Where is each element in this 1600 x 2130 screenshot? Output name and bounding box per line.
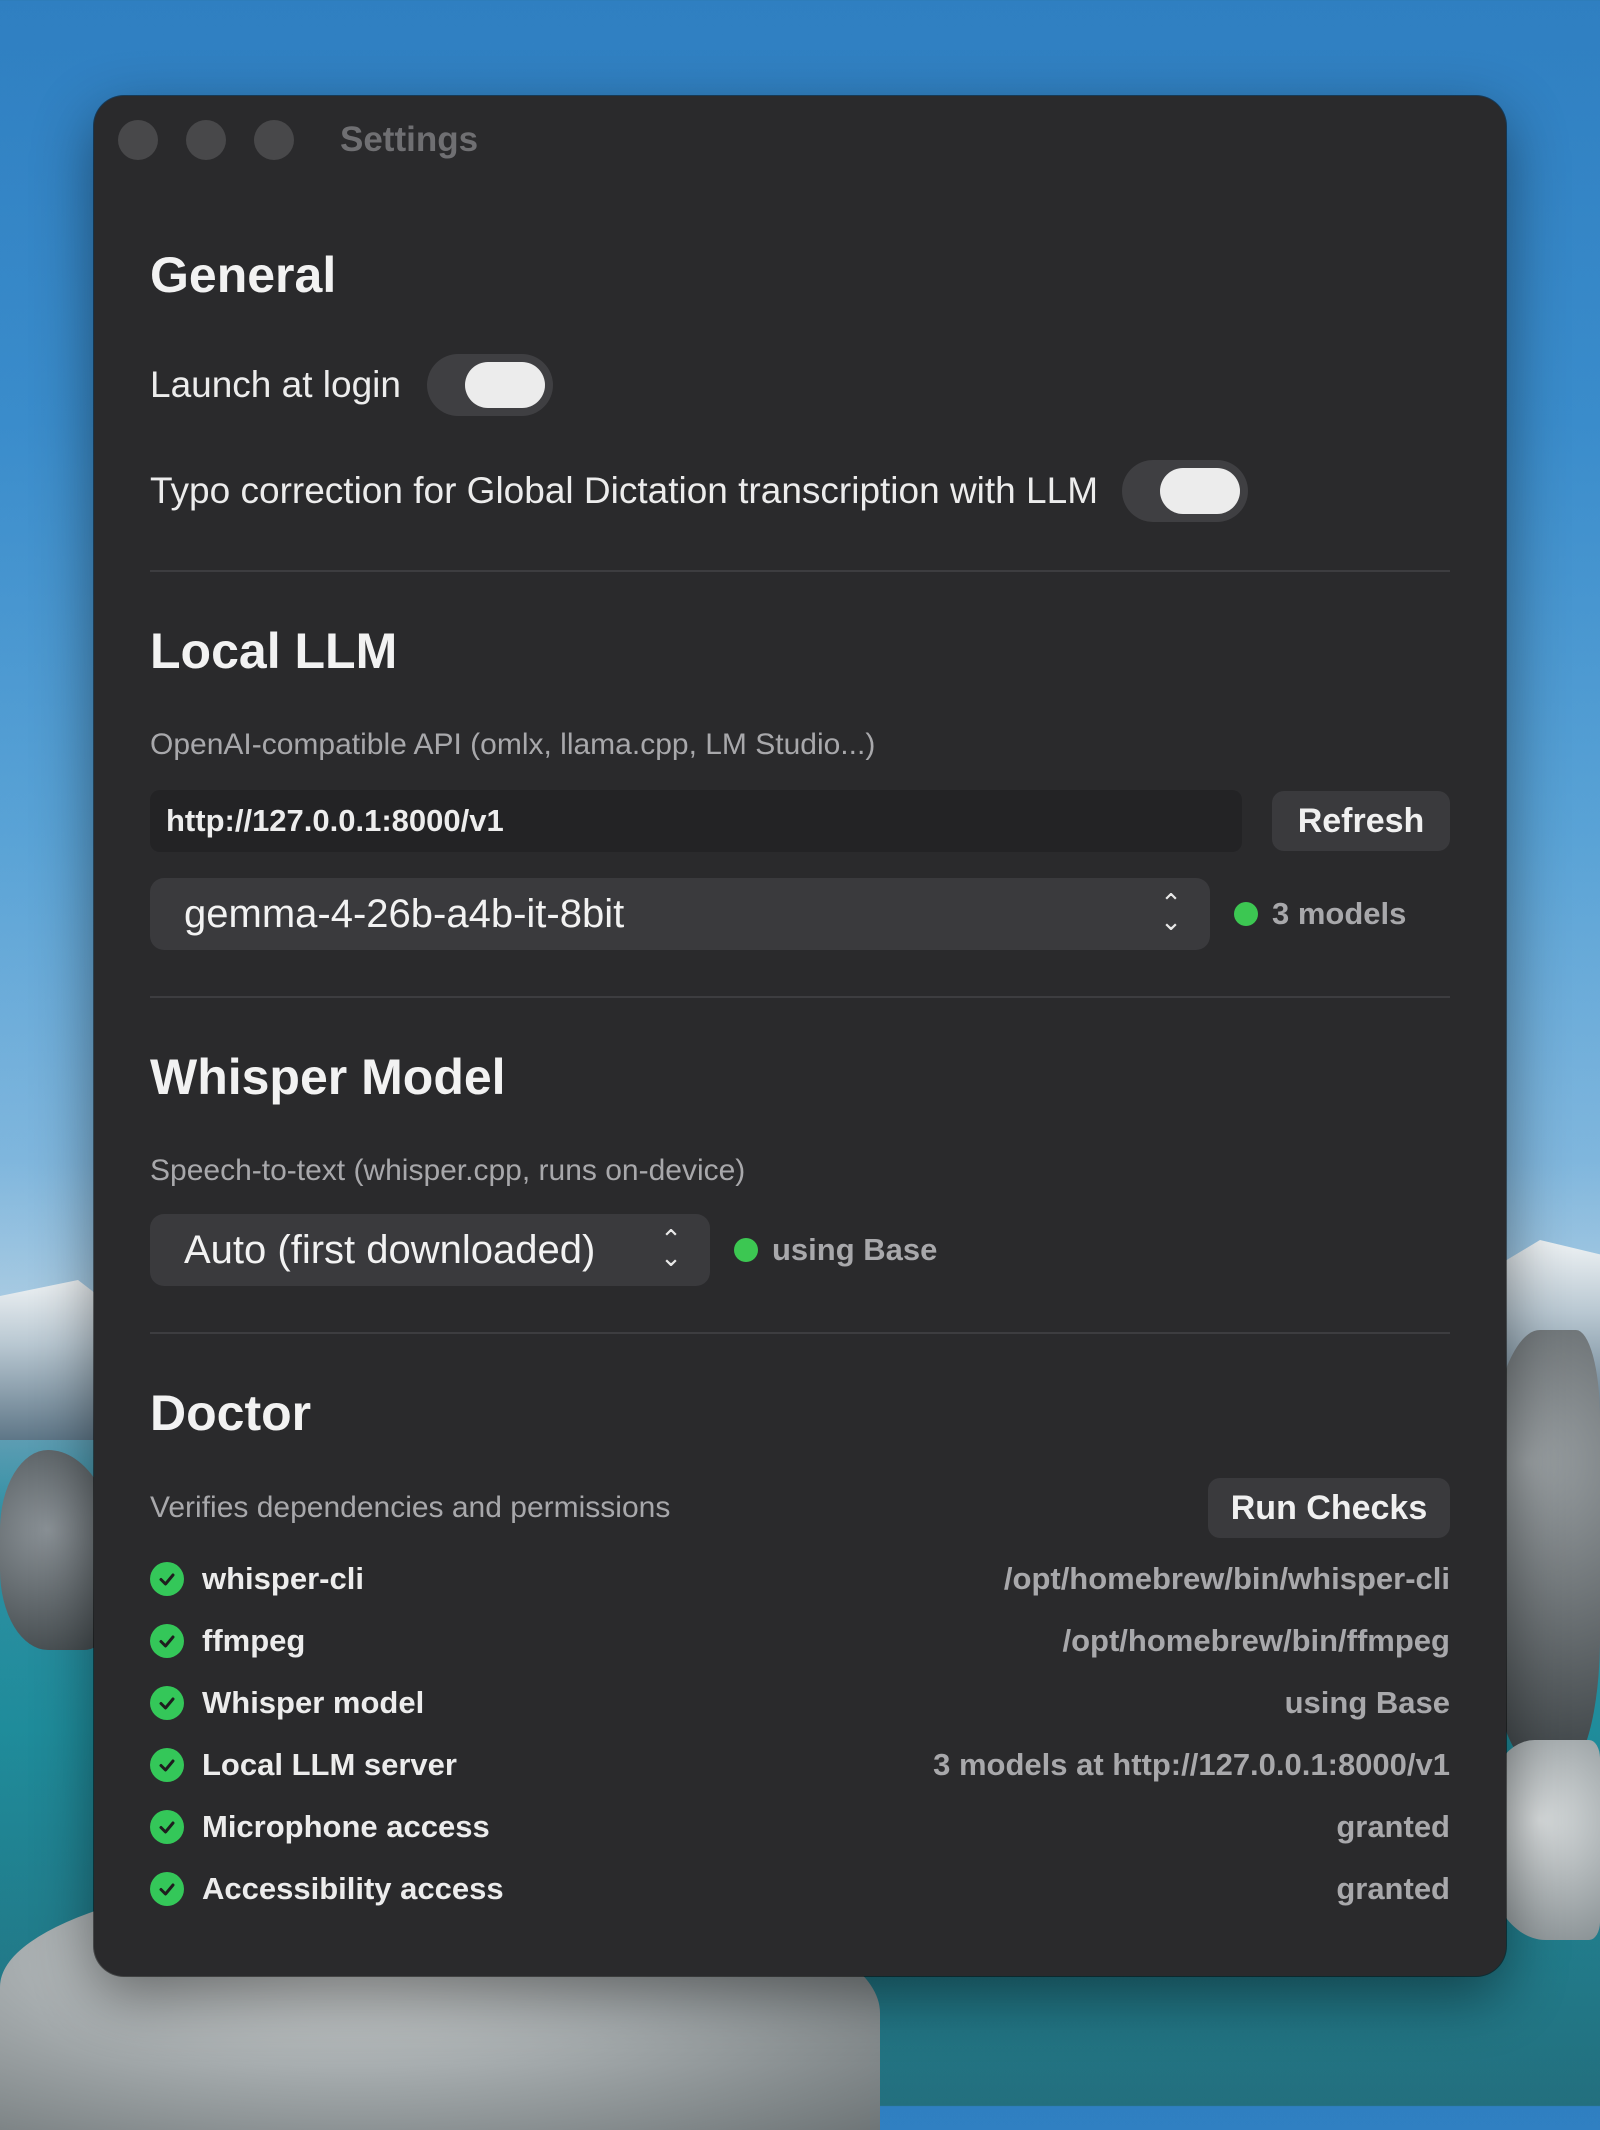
typo-correction-label: Typo correction for Global Dictation tra… xyxy=(150,470,1099,511)
run-checks-button[interactable]: Run Checks xyxy=(1208,1478,1450,1538)
toggle-knob xyxy=(464,362,545,408)
refresh-button[interactable]: Refresh xyxy=(1272,791,1450,851)
section-local-llm: Local LLM OpenAI-compatible API (omlx, l… xyxy=(150,622,1450,950)
check-value: using Base xyxy=(1284,1685,1450,1720)
check-row: Whisper model using Base xyxy=(150,1672,1450,1734)
chevron-up-down-icon: ⌃ ⌄ xyxy=(1160,888,1182,936)
checkmark-circle-icon xyxy=(150,1810,184,1844)
launch-at-login-toggle[interactable] xyxy=(426,354,553,416)
launch-at-login-row: Launch at login xyxy=(150,354,1450,416)
typo-correction-toggle[interactable] xyxy=(1122,460,1249,522)
check-name: Accessibility access xyxy=(202,1871,504,1906)
status-dot-icon xyxy=(734,1238,758,1262)
api-url-value: http://127.0.0.1:8000/v1 xyxy=(166,803,504,838)
launch-at-login-label: Launch at login xyxy=(150,364,401,405)
check-row: ffmpeg /opt/homebrew/bin/ffmpeg xyxy=(150,1610,1450,1672)
minimize-window-button[interactable] xyxy=(186,120,226,160)
section-title-whisper: Whisper Model xyxy=(150,1049,506,1105)
check-value: granted xyxy=(1336,1871,1450,1906)
check-value: /opt/homebrew/bin/whisper-cli xyxy=(1003,1561,1450,1596)
divider xyxy=(150,1332,1450,1334)
chevron-up-down-icon: ⌃ ⌄ xyxy=(660,1224,682,1272)
whisper-model-select[interactable]: Auto (first downloaded) ⌃ ⌄ xyxy=(150,1214,710,1286)
settings-window: Settings General Launch at login Typo co… xyxy=(94,96,1506,1976)
check-name: ffmpeg xyxy=(202,1623,306,1658)
toggle-knob xyxy=(1160,468,1241,514)
check-value: /opt/homebrew/bin/ffmpeg xyxy=(1062,1623,1451,1658)
check-row: Microphone access granted xyxy=(150,1796,1450,1858)
whisper-model-selected: Auto (first downloaded) xyxy=(184,1227,596,1272)
section-title-local-llm: Local LLM xyxy=(150,623,398,679)
check-value: 3 models at http://127.0.0.1:8000/v1 xyxy=(933,1747,1450,1782)
section-title-doctor: Doctor xyxy=(150,1385,312,1441)
api-url-input[interactable]: http://127.0.0.1:8000/v1 xyxy=(150,790,1242,852)
checks-list: whisper-cli /opt/homebrew/bin/whisper-cl… xyxy=(150,1548,1450,1920)
check-name: whisper-cli xyxy=(202,1561,364,1596)
check-row: Accessibility access granted xyxy=(150,1858,1450,1920)
llm-models-status: 3 models xyxy=(1272,896,1407,931)
checkmark-circle-icon xyxy=(150,1872,184,1906)
checkmark-circle-icon xyxy=(150,1686,184,1720)
divider xyxy=(150,996,1450,998)
llm-model-select[interactable]: gemma-4-26b-a4b-it-8bit ⌃ ⌄ xyxy=(150,878,1210,950)
section-doctor: Doctor Verifies dependencies and permiss… xyxy=(150,1384,1450,1920)
doctor-subtitle: Verifies dependencies and permissions xyxy=(150,1491,671,1524)
settings-content: General Launch at login Typo correction … xyxy=(150,246,1450,1920)
model-select-row: gemma-4-26b-a4b-it-8bit ⌃ ⌄ 3 models xyxy=(150,878,1450,950)
whisper-status: using Base xyxy=(772,1232,938,1267)
typo-correction-row: Typo correction for Global Dictation tra… xyxy=(150,460,1450,522)
check-name: Microphone access xyxy=(202,1809,490,1844)
whisper-select-row: Auto (first downloaded) ⌃ ⌄ using Base xyxy=(150,1214,1450,1286)
checkmark-circle-icon xyxy=(150,1562,184,1596)
window-title: Settings xyxy=(340,120,479,159)
section-whisper: Whisper Model Speech-to-text (whisper.cp… xyxy=(150,1048,1450,1286)
check-value: granted xyxy=(1336,1809,1450,1844)
whisper-subtitle: Speech-to-text (whisper.cpp, runs on-dev… xyxy=(150,1154,746,1187)
check-row: whisper-cli /opt/homebrew/bin/whisper-cl… xyxy=(150,1548,1450,1610)
checkmark-circle-icon xyxy=(150,1748,184,1782)
llm-model-selected: gemma-4-26b-a4b-it-8bit xyxy=(184,891,625,936)
check-row: Local LLM server 3 models at http://127.… xyxy=(150,1734,1450,1796)
checkmark-circle-icon xyxy=(150,1624,184,1658)
api-url-row: http://127.0.0.1:8000/v1 Refresh xyxy=(150,790,1450,852)
status-dot-icon xyxy=(1234,902,1258,926)
check-name: Local LLM server xyxy=(202,1747,457,1782)
divider xyxy=(150,570,1450,572)
title-bar[interactable]: Settings xyxy=(94,96,1506,188)
local-llm-subtitle: OpenAI-compatible API (omlx, llama.cpp, … xyxy=(150,728,876,761)
doctor-header-row: Verifies dependencies and permissions Ru… xyxy=(150,1478,1450,1538)
close-window-button[interactable] xyxy=(118,120,158,160)
section-general: General Launch at login Typo correction … xyxy=(150,246,1450,522)
zoom-window-button[interactable] xyxy=(254,120,294,160)
section-title-general: General xyxy=(150,247,337,303)
check-name: Whisper model xyxy=(202,1685,425,1720)
